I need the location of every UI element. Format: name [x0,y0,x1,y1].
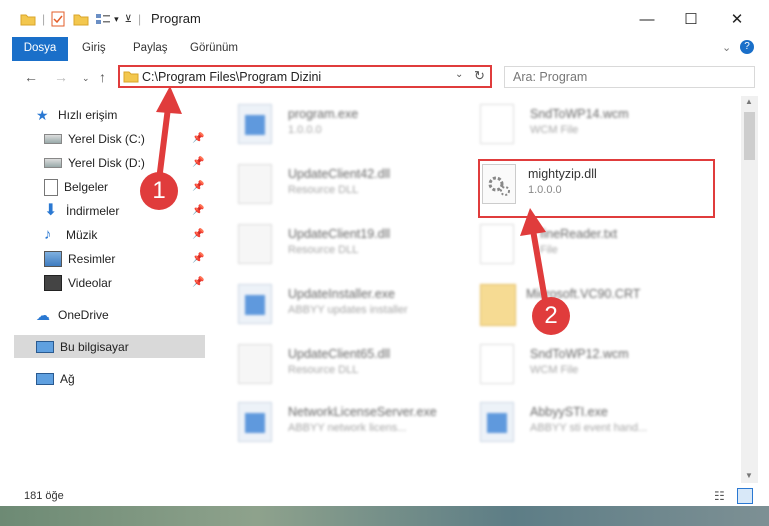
step-1-badge: 1 [140,172,178,210]
explorer-window: | ▾ ⊻ | Program — ☐ ✕ Dosya Giriş Paylaş… [0,0,769,510]
annotation-arrows [155,86,548,301]
desktop-background [0,506,769,526]
step-2-badge: 2 [532,297,570,335]
